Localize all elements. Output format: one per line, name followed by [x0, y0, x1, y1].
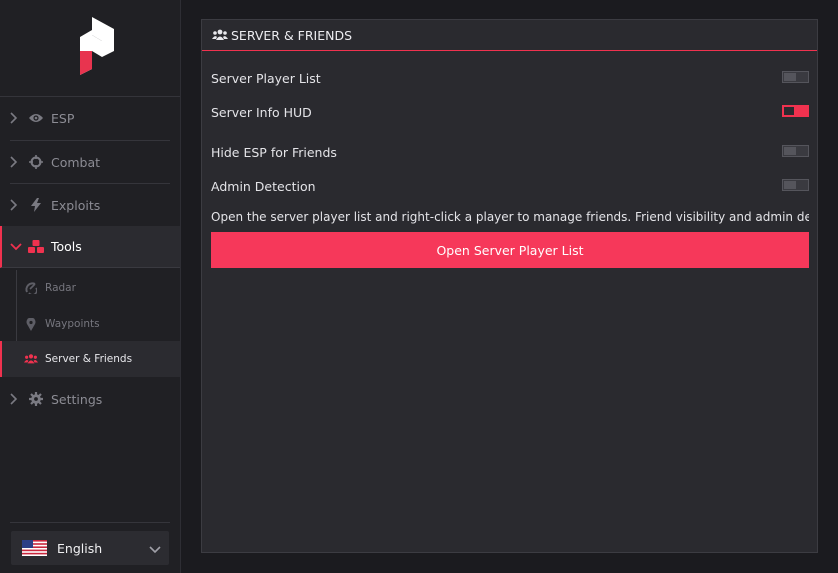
sidebar-item-combat[interactable]: Combat [0, 141, 180, 183]
eye-icon [28, 112, 44, 124]
sidebar-item-label: ESP [51, 110, 75, 126]
toggle-knob [784, 73, 796, 81]
radar-icon [24, 282, 38, 294]
sidebar-item-label: Tools [51, 239, 82, 254]
settings-panel: SERVER & FRIENDS Server Player List Serv… [201, 19, 818, 553]
panel-title: SERVER & FRIENDS [231, 27, 353, 43]
users-icon [24, 353, 38, 365]
logo-area [0, 0, 180, 97]
toggle-row-server-info-hud: Server Info HUD [211, 102, 809, 122]
admin-detection-toggle[interactable] [782, 179, 809, 191]
sidebar-subitem-label: Waypoints [45, 318, 100, 330]
chevron-right-icon [10, 112, 22, 124]
sidebar-subitem-server-friends[interactable]: Server & Friends [0, 341, 180, 377]
sidebar-subitem-waypoints[interactable]: Waypoints [0, 306, 180, 342]
map-pin-icon [24, 317, 38, 331]
brand-logo [80, 17, 114, 75]
users-icon [212, 29, 228, 41]
help-text: Open the server player list and right-cl… [211, 210, 809, 224]
toggle-row-server-player-list: Server Player List [211, 68, 809, 88]
chevron-right-icon [10, 393, 22, 405]
toggle-label: Admin Detection [211, 178, 316, 194]
sidebar-item-esp[interactable]: ESP [0, 97, 180, 139]
sidebar-item-label: Exploits [51, 197, 101, 213]
sidebar-subitem-label: Server & Friends [45, 353, 133, 365]
toggle-label: Server Info HUD [211, 104, 312, 120]
sidebar-item-settings[interactable]: Settings [0, 378, 180, 420]
sidebar-item-label: Combat [51, 154, 101, 170]
server-player-list-toggle[interactable] [782, 71, 809, 83]
crosshair-icon [28, 155, 44, 169]
toggle-knob [795, 107, 807, 115]
cubes-icon [28, 239, 44, 254]
toggle-knob [784, 181, 796, 189]
sidebar-subitem-label: Radar [45, 282, 76, 294]
language-label: English [57, 540, 103, 556]
us-flag-icon [22, 540, 47, 556]
sidebar: ESP Combat Exploits Tools Radar Waypoint… [0, 0, 181, 573]
sidebar-item-label: Settings [51, 391, 103, 407]
sidebar-subitem-radar[interactable]: Radar [0, 270, 180, 306]
toggle-label: Server Player List [211, 70, 321, 86]
language-select[interactable]: English [11, 531, 169, 565]
toggle-knob [784, 147, 796, 155]
hide-esp-friends-toggle[interactable] [782, 145, 809, 157]
bolt-icon [28, 198, 44, 212]
panel-header: SERVER & FRIENDS [202, 20, 817, 51]
open-server-player-list-button[interactable]: Open Server Player List [211, 232, 809, 268]
divider [10, 522, 170, 523]
gear-icon [28, 392, 44, 406]
toggle-row-hide-esp-friends: Hide ESP for Friends [211, 142, 809, 162]
server-info-hud-toggle[interactable] [782, 105, 809, 117]
chevron-right-icon [10, 199, 22, 211]
chevron-right-icon [10, 156, 22, 168]
toggle-label: Hide ESP for Friends [211, 144, 337, 160]
sidebar-item-exploits[interactable]: Exploits [0, 184, 180, 226]
chevron-down-icon [10, 242, 22, 251]
sidebar-item-tools[interactable]: Tools [0, 226, 180, 268]
toggle-row-admin-detection: Admin Detection [211, 176, 809, 196]
chevron-down-icon [149, 542, 161, 557]
